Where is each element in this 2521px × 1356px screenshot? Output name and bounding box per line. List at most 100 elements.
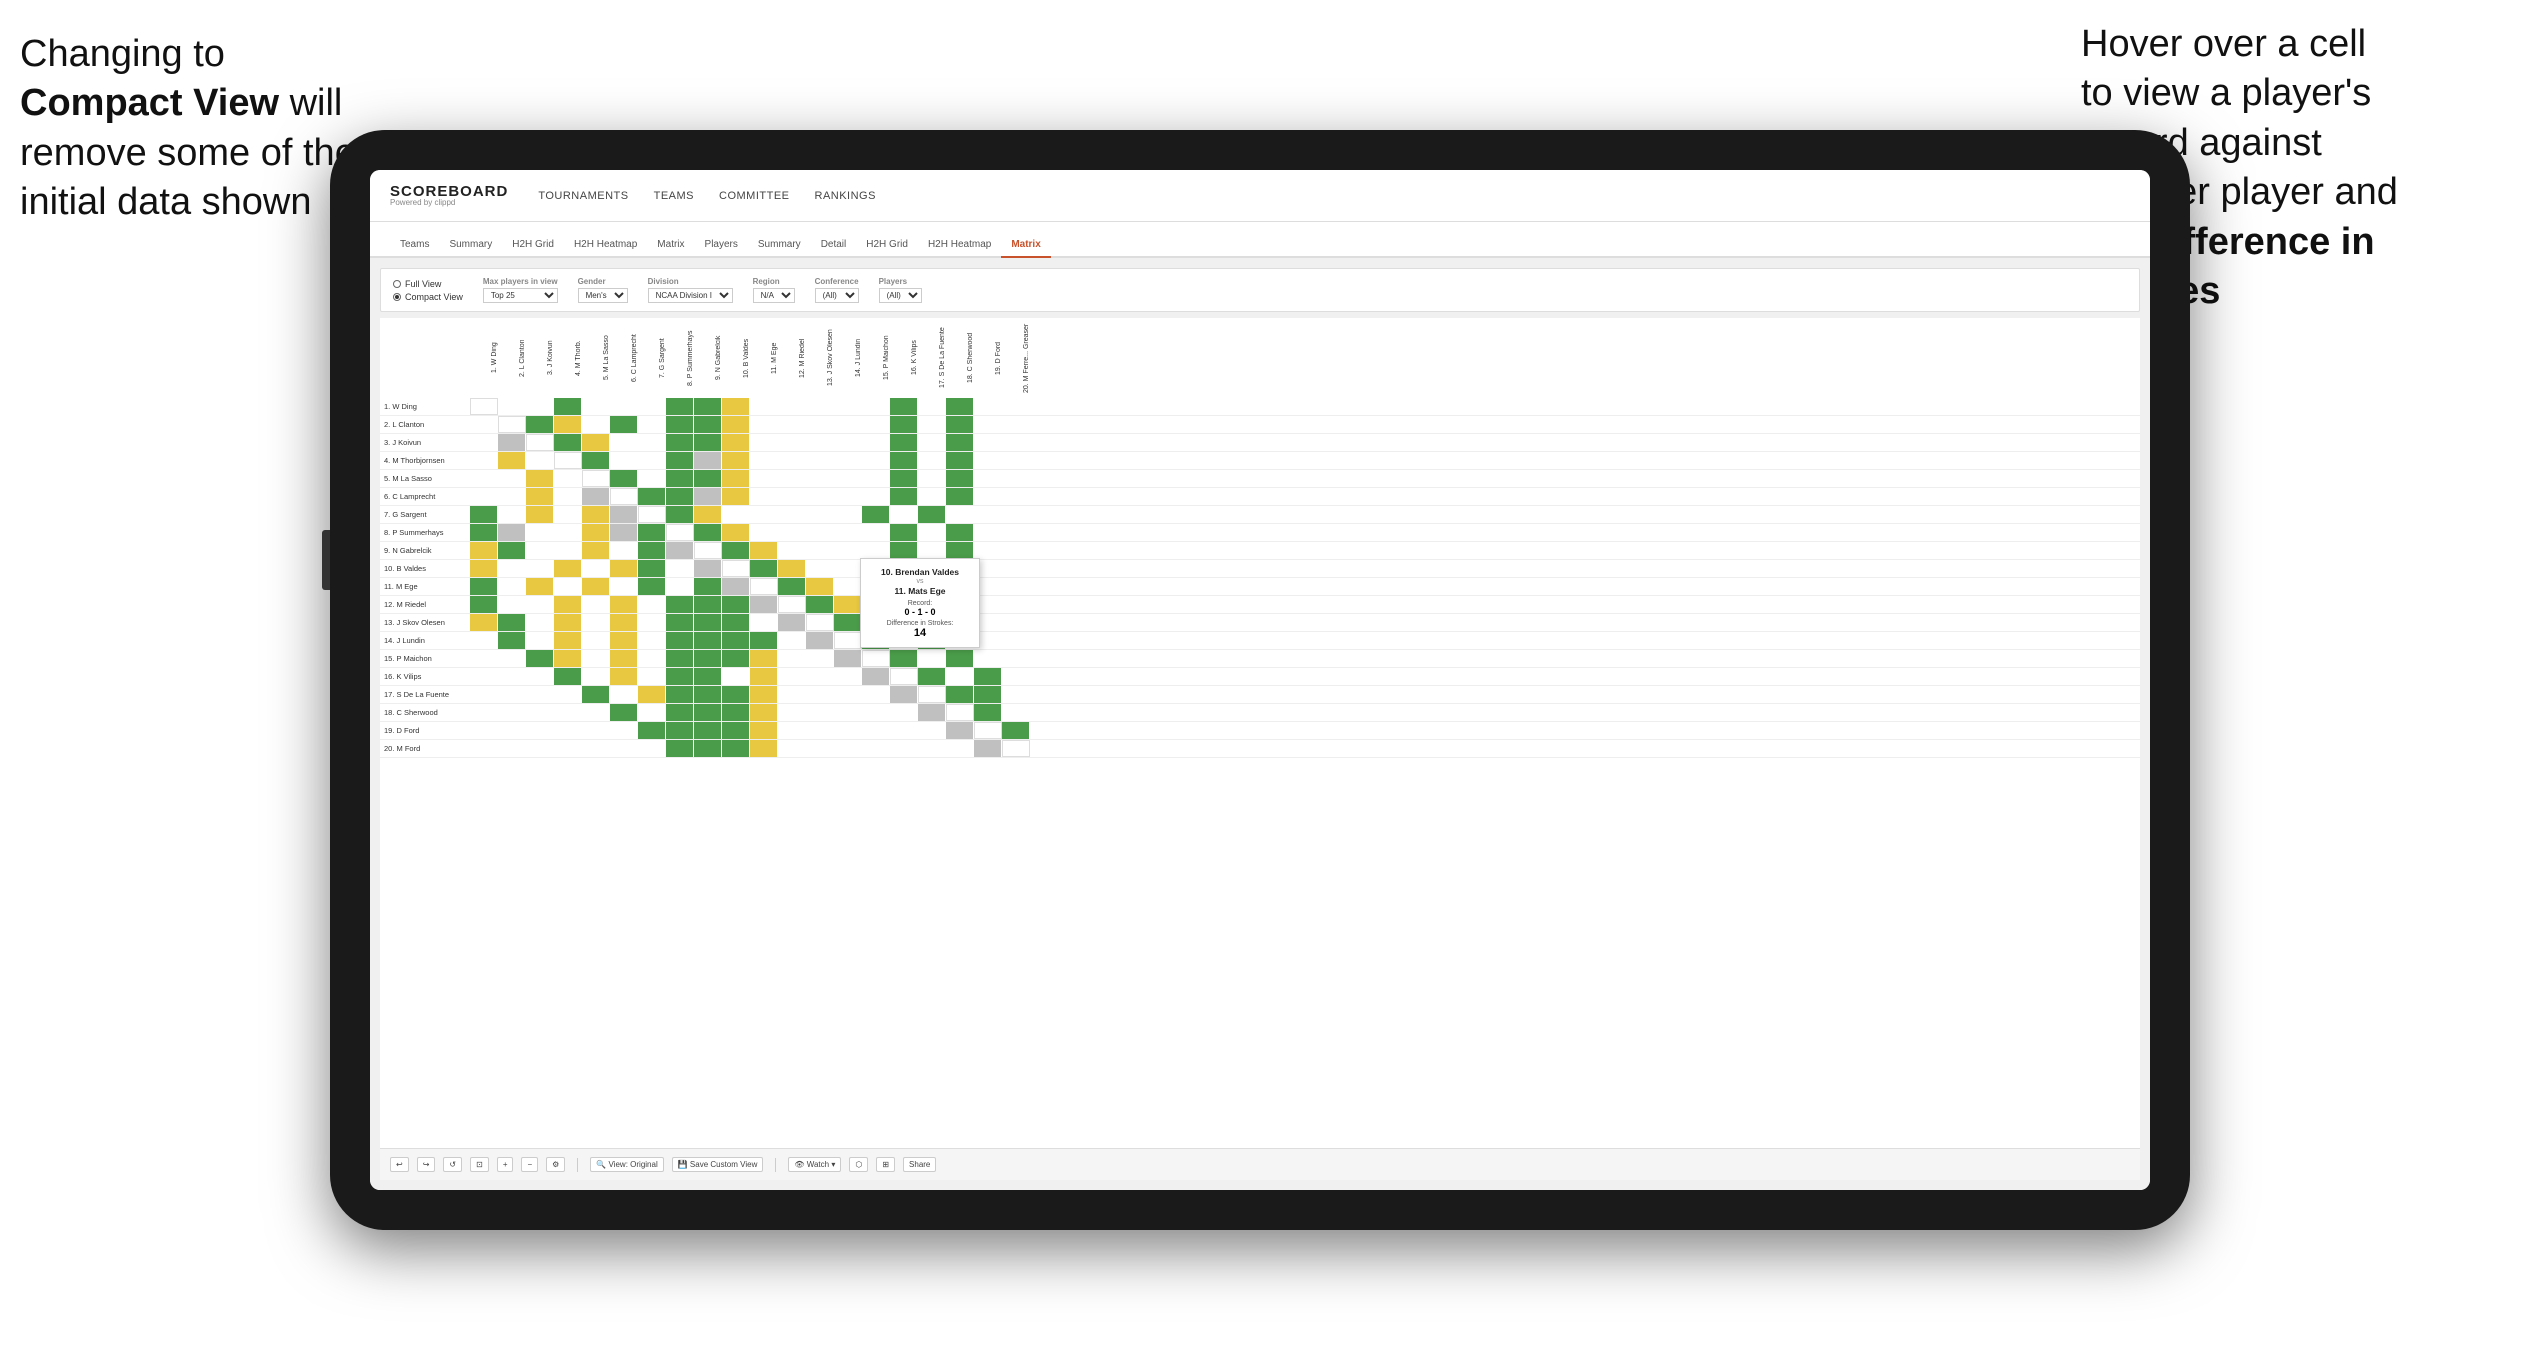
matrix-cell[interactable]	[666, 704, 694, 721]
matrix-cell[interactable]	[862, 686, 890, 703]
redo1-button[interactable]: ↪	[417, 1157, 436, 1172]
matrix-cell[interactable]	[750, 704, 778, 721]
matrix-cell[interactable]	[1002, 398, 1030, 415]
matrix-cell[interactable]	[666, 560, 694, 577]
matrix-cell[interactable]	[470, 614, 498, 631]
undo-button[interactable]: ↩	[390, 1157, 409, 1172]
matrix-cell[interactable]	[946, 398, 974, 415]
matrix-cell[interactable]	[778, 740, 806, 757]
matrix-cell[interactable]	[806, 722, 834, 739]
matrix-cell[interactable]	[470, 632, 498, 649]
matrix-cell[interactable]	[1002, 578, 1030, 595]
matrix-cell[interactable]	[862, 398, 890, 415]
matrix-cell[interactable]	[974, 470, 1002, 487]
matrix-cell[interactable]	[974, 488, 1002, 505]
matrix-cell[interactable]	[526, 506, 554, 523]
matrix-cell[interactable]	[862, 740, 890, 757]
matrix-cell[interactable]	[778, 578, 806, 595]
matrix-cell[interactable]	[498, 506, 526, 523]
matrix-cell[interactable]	[498, 416, 526, 433]
matrix-cell[interactable]	[1002, 434, 1030, 451]
matrix-cell[interactable]	[946, 650, 974, 667]
matrix-cell[interactable]	[694, 650, 722, 667]
matrix-cell[interactable]	[470, 740, 498, 757]
matrix-cell[interactable]	[890, 740, 918, 757]
matrix-cell[interactable]	[974, 740, 1002, 757]
conference-select[interactable]: (All)	[815, 288, 859, 303]
matrix-cell[interactable]	[582, 722, 610, 739]
matrix-cell[interactable]	[694, 578, 722, 595]
matrix-cell[interactable]	[806, 614, 834, 631]
matrix-cell[interactable]	[974, 398, 1002, 415]
nav-tournaments[interactable]: TOURNAMENTS	[538, 190, 628, 202]
matrix-cell[interactable]	[862, 668, 890, 685]
matrix-cell[interactable]	[722, 524, 750, 541]
matrix-cell[interactable]	[750, 650, 778, 667]
matrix-cell[interactable]	[526, 686, 554, 703]
matrix-cell[interactable]	[750, 596, 778, 613]
matrix-cell[interactable]	[638, 524, 666, 541]
matrix-cell[interactable]	[834, 542, 862, 559]
matrix-cell[interactable]	[890, 416, 918, 433]
matrix-cell[interactable]	[526, 542, 554, 559]
matrix-cell[interactable]	[722, 488, 750, 505]
matrix-cell[interactable]	[638, 488, 666, 505]
matrix-cell[interactable]	[470, 416, 498, 433]
matrix-cell[interactable]	[750, 722, 778, 739]
compact-view-option[interactable]: Compact View	[393, 292, 463, 302]
division-select[interactable]: NCAA Division I	[648, 288, 733, 303]
matrix-cell[interactable]	[806, 470, 834, 487]
matrix-cell[interactable]	[554, 740, 582, 757]
matrix-cell[interactable]	[498, 578, 526, 595]
matrix-cell[interactable]	[806, 488, 834, 505]
matrix-cell[interactable]	[890, 650, 918, 667]
matrix-cell[interactable]	[946, 488, 974, 505]
matrix-cell[interactable]	[498, 740, 526, 757]
matrix-cell[interactable]	[722, 668, 750, 685]
matrix-cell[interactable]	[666, 722, 694, 739]
matrix-cell[interactable]	[722, 704, 750, 721]
matrix-cell[interactable]	[750, 578, 778, 595]
matrix-cell[interactable]	[498, 704, 526, 721]
matrix-cell[interactable]	[554, 488, 582, 505]
matrix-cell[interactable]	[582, 398, 610, 415]
matrix-cell[interactable]	[750, 416, 778, 433]
matrix-cell[interactable]	[946, 506, 974, 523]
matrix-cell[interactable]	[834, 434, 862, 451]
matrix-cell[interactable]	[918, 740, 946, 757]
matrix-cell[interactable]	[974, 650, 1002, 667]
matrix-cell[interactable]	[834, 524, 862, 541]
matrix-cell[interactable]	[918, 452, 946, 469]
share-button[interactable]: Share	[903, 1157, 936, 1172]
matrix-cell[interactable]	[890, 470, 918, 487]
matrix-cell[interactable]	[582, 560, 610, 577]
matrix-cell[interactable]	[778, 650, 806, 667]
matrix-cell[interactable]	[694, 398, 722, 415]
matrix-cell[interactable]	[918, 704, 946, 721]
matrix-cell[interactable]	[610, 434, 638, 451]
tab-matrix2[interactable]: Matrix	[1001, 233, 1050, 258]
matrix-cell[interactable]	[554, 560, 582, 577]
matrix-cell[interactable]	[750, 488, 778, 505]
matrix-cell[interactable]	[498, 524, 526, 541]
matrix-cell[interactable]	[834, 686, 862, 703]
matrix-cell[interactable]	[946, 524, 974, 541]
matrix-cell[interactable]	[582, 668, 610, 685]
matrix-cell[interactable]	[834, 632, 862, 649]
matrix-cell[interactable]	[722, 614, 750, 631]
settings-button[interactable]: ⚙	[546, 1157, 565, 1172]
tab-matrix[interactable]: Matrix	[647, 233, 694, 258]
matrix-cell[interactable]	[862, 470, 890, 487]
matrix-cell[interactable]	[1002, 488, 1030, 505]
matrix-cell[interactable]	[610, 524, 638, 541]
matrix-cell[interactable]	[750, 434, 778, 451]
matrix-cell[interactable]	[806, 416, 834, 433]
matrix-cell[interactable]	[806, 524, 834, 541]
matrix-cell[interactable]	[722, 452, 750, 469]
matrix-cell[interactable]	[610, 686, 638, 703]
matrix-cell[interactable]	[694, 686, 722, 703]
matrix-cell[interactable]	[638, 416, 666, 433]
view-original-button[interactable]: 🔍 View: Original	[590, 1157, 663, 1172]
matrix-cell[interactable]	[862, 452, 890, 469]
matrix-cell[interactable]	[694, 560, 722, 577]
